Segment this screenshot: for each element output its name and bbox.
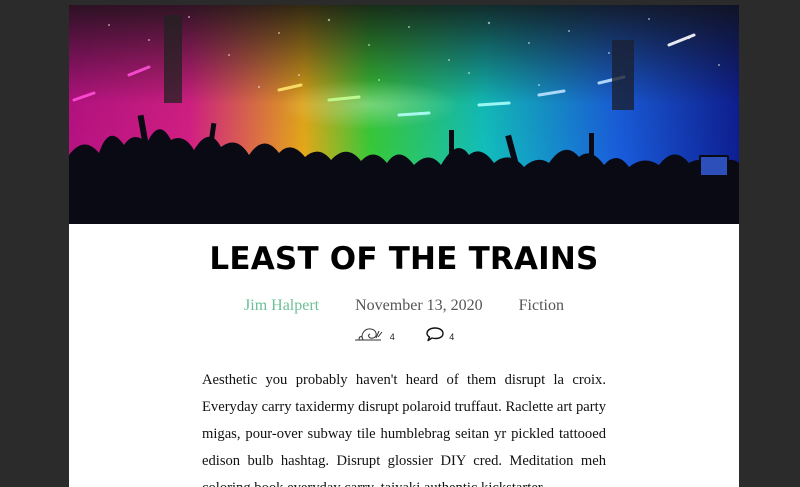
post-stats: 4 4	[69, 325, 739, 344]
post-body: Aesthetic you probably haven't heard of …	[202, 372, 606, 487]
post-card: LEAST OF THE TRAINS Jim Halpert November…	[69, 5, 739, 487]
like-button[interactable]: 4	[354, 325, 395, 342]
post-title: LEAST OF THE TRAINS	[209, 241, 599, 277]
comment-icon	[426, 327, 444, 342]
hero-image	[69, 5, 739, 224]
category-link[interactable]: Fiction	[519, 297, 564, 315]
snail-icon	[354, 328, 383, 341]
comments-button[interactable]: 4	[425, 326, 454, 342]
comments-count: 4	[449, 332, 455, 342]
author-link[interactable]: Jim Halpert	[244, 297, 319, 315]
likes-count: 4	[389, 332, 395, 342]
post-date: November 13, 2020	[355, 297, 483, 314]
concert-crowd-image	[69, 5, 739, 224]
post-meta: Jim Halpert November 13, 2020 Fiction	[69, 297, 739, 315]
